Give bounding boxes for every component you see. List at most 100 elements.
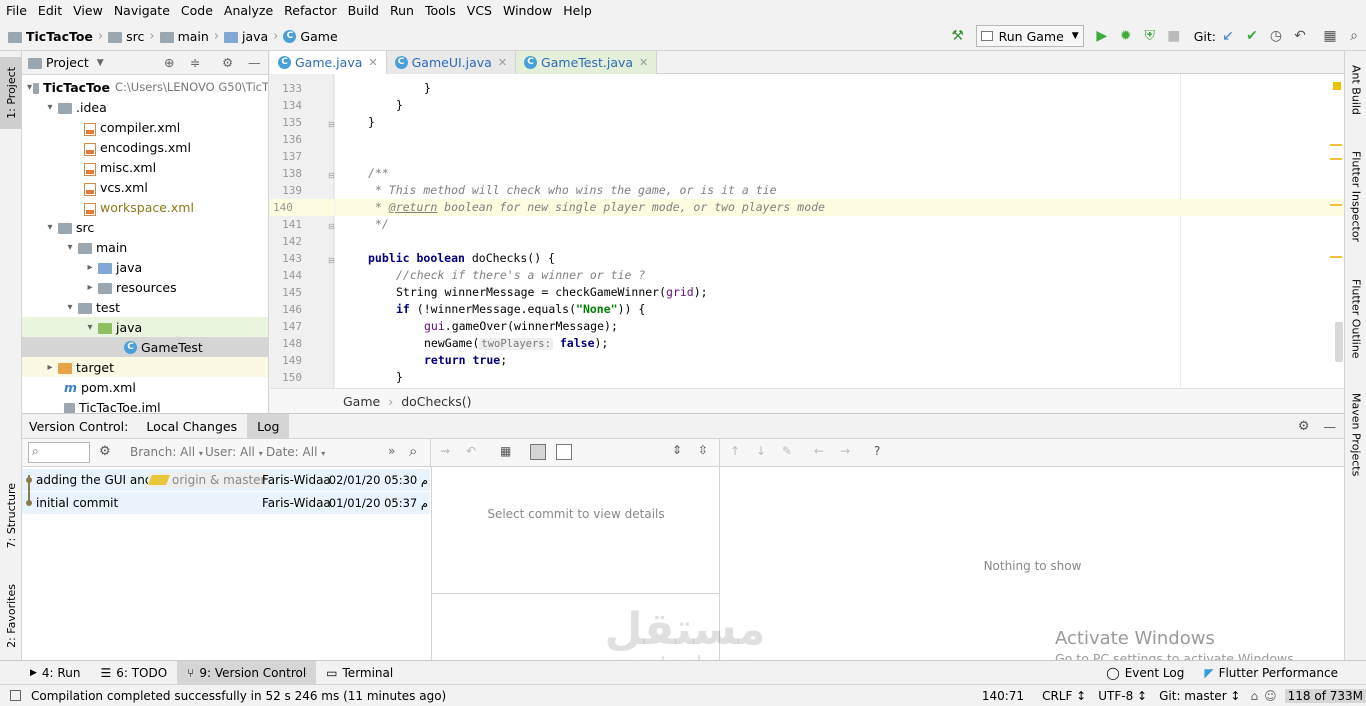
breadcrumb-src[interactable]: src (104, 22, 148, 51)
project-structure-icon[interactable]: ▦ (1318, 24, 1342, 48)
tree-item-gametest[interactable]: C GameTest (22, 337, 268, 357)
collapse-all-icon[interactable]: ⇳ (698, 443, 708, 457)
inspection-status-icon[interactable] (1333, 82, 1341, 90)
inspector-icon[interactable]: ☺ (1264, 689, 1277, 703)
menu-analyze[interactable]: Analyze (218, 0, 278, 22)
log-search-input[interactable]: ⌕ (28, 442, 90, 463)
tree-item-main-java[interactable]: ▸ java (22, 257, 268, 277)
branch-filter[interactable]: Branch: All ▾ (130, 445, 203, 459)
gear-icon[interactable]: ⚙ (222, 55, 233, 70)
fold-marker-icon[interactable]: ⊟ (328, 222, 335, 231)
editor-scrollbar-thumb[interactable] (1335, 322, 1343, 362)
menu-window[interactable]: Window (497, 0, 557, 22)
tree-item-target[interactable]: ▸ target (22, 357, 268, 377)
memory-indicator[interactable]: 118 of 733M (1284, 688, 1366, 703)
editor-tab-game-java[interactable]: C Game.java ✕ (270, 51, 387, 74)
layout-toggle-icon[interactable] (530, 444, 546, 460)
vcs-update-icon[interactable]: ↙ (1216, 24, 1240, 48)
vcs-history-clock-icon[interactable]: ◷ (1264, 24, 1288, 48)
menu-help[interactable]: Help (557, 0, 597, 22)
vcs-commit-check-icon[interactable]: ✔ (1240, 24, 1264, 48)
tree-item-encodings-xml[interactable]: encodings.xml (22, 137, 268, 157)
tool-tab-event-log[interactable]: ◯ Event Log (1096, 661, 1194, 685)
tool-tab-version-control[interactable]: ⑂ 9: Version Control (177, 660, 317, 685)
breadcrumb-main[interactable]: main (156, 22, 213, 51)
tree-item-resources[interactable]: ▸ resources (22, 277, 268, 297)
tree-item-workspace-xml[interactable]: workspace.xml (22, 197, 268, 217)
commit-row[interactable]: adding the GUI and t origin & master Far… (22, 469, 430, 491)
tool-tab-favorites[interactable]: 2: Favorites (0, 571, 22, 661)
status-message[interactable]: Compilation completed successfully in 52… (31, 689, 446, 703)
menu-edit[interactable]: Edit (32, 0, 67, 22)
run-coverage-icon[interactable]: ⛨ (1138, 24, 1162, 48)
help-icon[interactable]: ? (874, 444, 880, 458)
fold-marker-icon[interactable]: ⊟ (328, 120, 335, 129)
tool-tab-structure[interactable]: 7: Structure (0, 471, 22, 561)
tool-tab-ant-build[interactable]: Ant Build (1345, 65, 1366, 115)
toggle-tool-windows-icon[interactable] (10, 690, 21, 701)
arrow-down-icon[interactable]: ↓ (756, 444, 766, 458)
menu-view[interactable]: View (67, 0, 108, 22)
code-editor[interactable]: } } } /** * This method will check who w… (335, 74, 1344, 388)
menu-vcs[interactable]: VCS (461, 0, 497, 22)
tree-item-test-java[interactable]: ▾ java (22, 317, 268, 337)
tool-tab-todo[interactable]: ☰ 6: TODO (90, 661, 177, 685)
git-branch[interactable]: Git: master ↕ (1159, 689, 1240, 703)
tree-item-compiler-xml[interactable]: compiler.xml (22, 117, 268, 137)
tool-tab-project[interactable]: 1: Project (0, 57, 22, 129)
lock-icon[interactable]: ⌂ (1251, 689, 1259, 703)
breadcrumb-game[interactable]: C Game (279, 22, 341, 51)
locate-target-icon[interactable]: ⊕ (164, 55, 174, 70)
graph-options-icon[interactable]: ▦ (500, 444, 511, 458)
tree-item-src[interactable]: ▾ src (22, 217, 268, 237)
close-icon[interactable]: ✕ (639, 56, 648, 69)
search-icon[interactable]: ⌕ (1342, 24, 1366, 48)
menu-navigate[interactable]: Navigate (108, 0, 175, 22)
minimize-icon[interactable]: — (1324, 419, 1337, 434)
close-icon[interactable]: ✕ (368, 56, 377, 69)
vcs-revert-icon[interactable]: ↶ (1288, 24, 1312, 48)
collapse-all-icon[interactable]: ≑ (190, 55, 200, 70)
tree-item-tictactoe[interactable]: ▾ TicTacToe C:\Users\LENOVO G50\TicT (22, 77, 268, 97)
tree-item-test[interactable]: ▾ test (22, 297, 268, 317)
breadcrumb-project[interactable]: TicTacToe (0, 22, 97, 51)
error-stripe-mark[interactable] (1330, 144, 1342, 146)
cursor-position[interactable]: 140:71 (982, 689, 1024, 703)
commit-row[interactable]: initial commit Faris-Widaa م 05:37 01/01… (22, 492, 430, 514)
gear-icon[interactable]: ⚙ (1298, 419, 1310, 434)
layout-toggle-icon[interactable] (556, 444, 572, 460)
tree-item-idea[interactable]: ▾ .idea (22, 97, 268, 117)
stop-icon[interactable]: ■ (1162, 24, 1186, 48)
run-icon[interactable]: ▶ (1090, 24, 1114, 48)
debug-bug-icon[interactable]: ✹ (1114, 24, 1138, 48)
tab-local-changes[interactable]: Local Changes (136, 414, 247, 439)
tool-tab-flutter-inspector[interactable]: Flutter Inspector (1345, 151, 1366, 242)
arrow-left-icon[interactable]: ← (814, 444, 824, 458)
chevron-down-icon[interactable]: ▼ (97, 58, 104, 68)
cherry-pick-icon[interactable]: ⇝ (440, 444, 450, 458)
tree-item-main[interactable]: ▾ main (22, 237, 268, 257)
error-stripe-mark[interactable] (1330, 158, 1342, 160)
revert-icon[interactable]: ↶ (466, 444, 476, 458)
close-icon[interactable]: ✕ (498, 56, 507, 69)
editor-tab-gameui-java[interactable]: C GameUI.java ✕ (386, 51, 517, 74)
file-encoding[interactable]: UTF-8 ↕ (1098, 689, 1147, 703)
breadcrumb-java[interactable]: java (220, 22, 272, 51)
project-view-selector[interactable]: Project (46, 55, 89, 70)
more-chevron-icon[interactable]: » (388, 444, 395, 458)
menu-tools[interactable]: Tools (419, 0, 461, 22)
tool-tab-maven-projects[interactable]: Maven Projects (1345, 393, 1366, 476)
date-filter[interactable]: Date: All ▾ (266, 445, 325, 459)
fold-marker-icon[interactable]: ⊟ (328, 171, 335, 180)
arrow-right-icon[interactable]: → (840, 444, 850, 458)
build-hammer-icon[interactable]: ⚒ (946, 24, 970, 48)
tool-tab-terminal[interactable]: ▭ Terminal (316, 661, 403, 685)
breadcrumb-method[interactable]: doChecks() (401, 394, 471, 409)
tool-tab-flutter-outline[interactable]: Flutter Outline (1345, 279, 1366, 359)
gear-icon[interactable]: ⚙ (99, 444, 111, 459)
error-stripe-mark[interactable] (1330, 204, 1342, 206)
menu-run[interactable]: Run (384, 0, 419, 22)
tree-item-iml[interactable]: TicTacToe.iml (22, 397, 268, 413)
tab-log[interactable]: Log (247, 413, 290, 439)
tool-tab-flutter-performance[interactable]: ◤ Flutter Performance (1194, 661, 1366, 685)
